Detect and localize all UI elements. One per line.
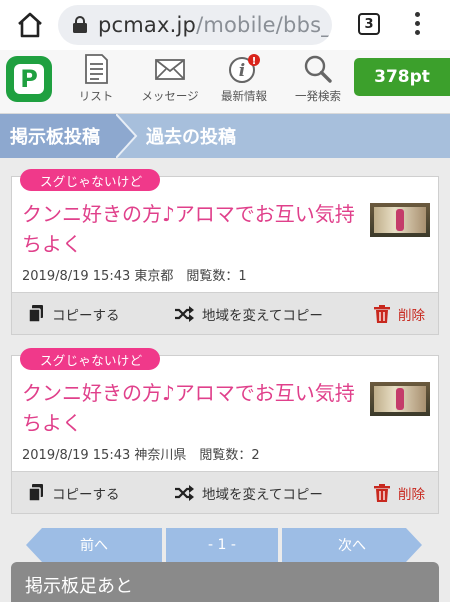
url-host: pcmax.jp	[98, 13, 197, 37]
delete-label: 削除	[398, 307, 425, 324]
nav-item-search[interactable]: 一発検索	[282, 54, 354, 104]
breadcrumb-parent-label: 掲示板投稿	[10, 127, 100, 148]
lock-icon	[73, 16, 87, 33]
post-list: スグじゃないけど クンニ好きの方♪アロマでお互い気持ちよく 2019/8/19 …	[0, 158, 450, 514]
info-icon: i !	[229, 54, 260, 83]
copy-button[interactable]: コピーする	[28, 483, 120, 503]
next-page-button[interactable]: 次へ	[282, 528, 422, 562]
delete-button[interactable]: 削除	[374, 304, 425, 324]
tab-switcher-button[interactable]: 3	[358, 13, 380, 35]
svg-text:i: i	[239, 61, 245, 81]
app-nav-bar: P リスト メッセージ i ! 最新情報 一発検索 378pt	[0, 50, 450, 114]
app-logo[interactable]: P	[6, 56, 52, 102]
post-title[interactable]: クンニ好きの方♪アロマでお互い気持ちよく	[22, 199, 362, 259]
post-meta: 2019/8/19 15:43 東京都 閲覧数：1	[22, 269, 247, 284]
footprints-panel[interactable]: 掲示板足あと	[11, 562, 439, 602]
nav-item-list[interactable]: リスト	[60, 54, 132, 104]
copy-label: コピーする	[52, 307, 120, 324]
post-title[interactable]: クンニ好きの方♪アロマでお互い気持ちよく	[22, 378, 362, 438]
copy-label: コピーする	[52, 486, 120, 503]
delete-label: 削除	[398, 486, 425, 503]
region-copy-button[interactable]: 地域を変えてコピー	[174, 304, 323, 324]
prev-page-button[interactable]: 前へ	[26, 528, 162, 562]
app-logo-letter: P	[14, 64, 44, 94]
search-icon	[304, 55, 332, 83]
nav-item-messages[interactable]: メッセージ	[134, 54, 206, 104]
trash-icon	[374, 483, 390, 502]
url-path: /mobile/bbs_w	[196, 13, 332, 37]
post-actions: コピーする 地域を変えてコピー 削除	[12, 292, 438, 334]
news-badge: !	[252, 56, 257, 67]
url-text: pcmax.jp/mobile/bbs_w	[98, 13, 332, 37]
post-thumbnail[interactable]	[370, 203, 430, 237]
envelope-icon	[155, 59, 185, 80]
shuffle-icon	[175, 484, 194, 501]
pagination: 前へ - 1 - 次へ	[26, 528, 439, 562]
shuffle-icon	[175, 305, 194, 322]
points-button[interactable]: 378pt	[354, 58, 450, 96]
address-bar[interactable]: pcmax.jp/mobile/bbs_w	[58, 5, 332, 45]
region-copy-button[interactable]: 地域を変えてコピー	[174, 483, 323, 503]
post-body[interactable]: クンニ好きの方♪アロマでお互い気持ちよく 2019/8/19 15:43 神奈川…	[12, 356, 438, 471]
nav-item-news[interactable]: i ! 最新情報	[208, 54, 280, 104]
post-card: スグじゃないけど クンニ好きの方♪アロマでお互い気持ちよく 2019/8/19 …	[11, 169, 439, 335]
nav-item-news-label: 最新情報	[221, 89, 267, 103]
breadcrumb-parent[interactable]: 掲示板投稿	[0, 114, 116, 158]
current-page-indicator: - 1 -	[166, 528, 278, 562]
post-thumbnail[interactable]	[370, 382, 430, 416]
more-menu-icon[interactable]	[414, 12, 420, 38]
nav-item-list-label: リスト	[78, 89, 114, 103]
footprints-panel-title: 掲示板足あと	[25, 576, 133, 597]
nav-item-messages-label: メッセージ	[141, 89, 199, 103]
breadcrumb-chevron-icon	[116, 114, 138, 158]
region-copy-label: 地域を変えてコピー	[202, 486, 323, 503]
trash-icon	[374, 304, 390, 323]
breadcrumb: 掲示板投稿 過去の投稿	[0, 114, 450, 158]
copy-icon	[28, 304, 43, 323]
delete-button[interactable]: 削除	[374, 483, 425, 503]
browser-toolbar: pcmax.jp/mobile/bbs_w 3	[0, 0, 450, 50]
post-body[interactable]: クンニ好きの方♪アロマでお互い気持ちよく 2019/8/19 15:43 東京都…	[12, 177, 438, 292]
region-copy-label: 地域を変えてコピー	[202, 307, 323, 324]
breadcrumb-current: 過去の投稿	[146, 127, 236, 148]
copy-icon	[28, 483, 43, 502]
list-icon	[85, 54, 108, 84]
post-card: スグじゃないけど クンニ好きの方♪アロマでお互い気持ちよく 2019/8/19 …	[11, 348, 439, 514]
post-actions: コピーする 地域を変えてコピー 削除	[12, 471, 438, 513]
home-icon[interactable]	[16, 11, 44, 39]
copy-button[interactable]: コピーする	[28, 304, 120, 324]
post-meta: 2019/8/19 15:43 神奈川県 閲覧数：2	[22, 448, 260, 463]
nav-item-search-label: 一発検索	[295, 89, 341, 103]
